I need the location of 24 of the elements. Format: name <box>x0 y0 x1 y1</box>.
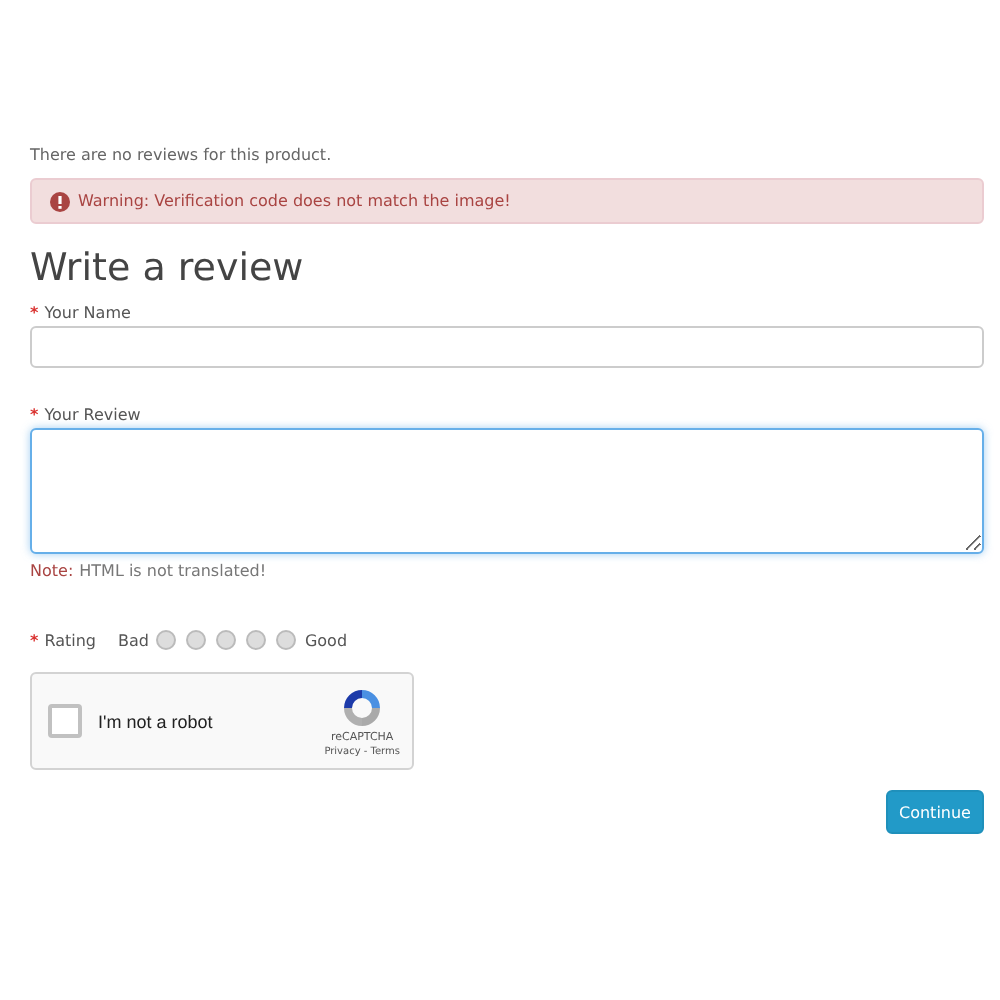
warning-text: Warning: Verification code does not match the image! <box>78 192 511 210</box>
recaptcha-logo-icon <box>340 685 385 729</box>
rating-radio[interactable] <box>246 630 267 650</box>
field-label: Your Review <box>44 406 141 424</box>
rating-radio[interactable] <box>276 630 297 650</box>
note-label: Note: <box>30 562 74 580</box>
rating-radio[interactable] <box>186 630 207 650</box>
required-mark: * <box>30 406 39 424</box>
rating-label: Rating <box>44 631 96 649</box>
captcha-checkbox[interactable] <box>48 704 82 738</box>
no-reviews-text: There are no reviews for this product. <box>30 146 334 164</box>
rating-radio[interactable] <box>216 630 237 650</box>
captcha-label: I'm not a robot <box>98 711 213 731</box>
review-textarea[interactable] <box>30 428 984 554</box>
rating-radio[interactable] <box>156 630 177 650</box>
name-input[interactable] <box>30 326 984 368</box>
field-label: Your Name <box>44 304 131 322</box>
exclamation-icon <box>50 191 70 211</box>
section-heading: Write a review <box>30 246 306 290</box>
scale-low-label: Bad <box>117 631 149 649</box>
scale-high-label: Good <box>304 631 348 649</box>
note-text: HTML is not translated! <box>79 562 267 580</box>
required-mark: * <box>30 631 39 649</box>
required-mark: * <box>30 304 39 322</box>
